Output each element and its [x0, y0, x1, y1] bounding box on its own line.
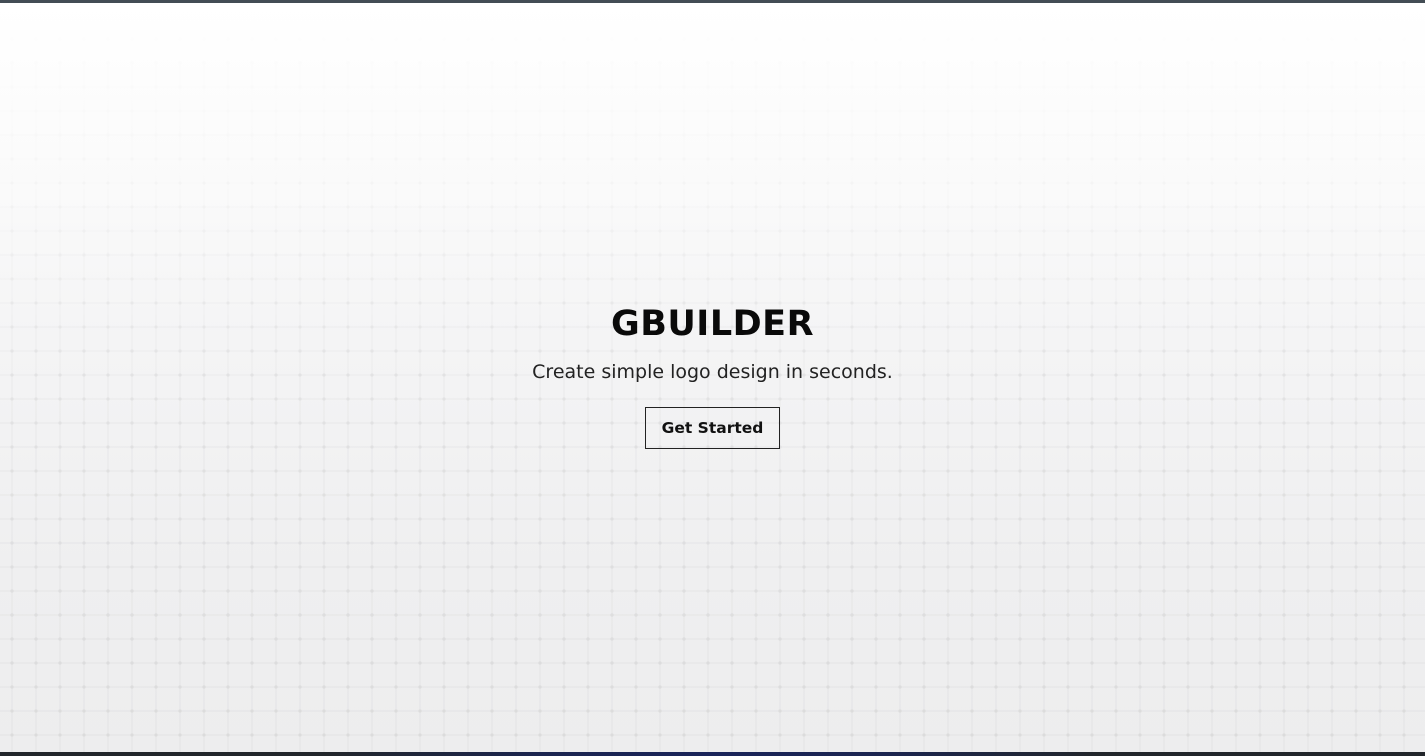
hero-subtitle: Create simple logo design in seconds.: [532, 361, 893, 383]
bottom-bar: [0, 752, 1425, 756]
hero-section: GBUILDER Create simple logo design in se…: [0, 3, 1425, 752]
hero-title: GBUILDER: [610, 304, 815, 344]
hero-content: GBUILDER Create simple logo design in se…: [0, 301, 1425, 449]
get-started-button[interactable]: Get Started: [644, 407, 781, 449]
